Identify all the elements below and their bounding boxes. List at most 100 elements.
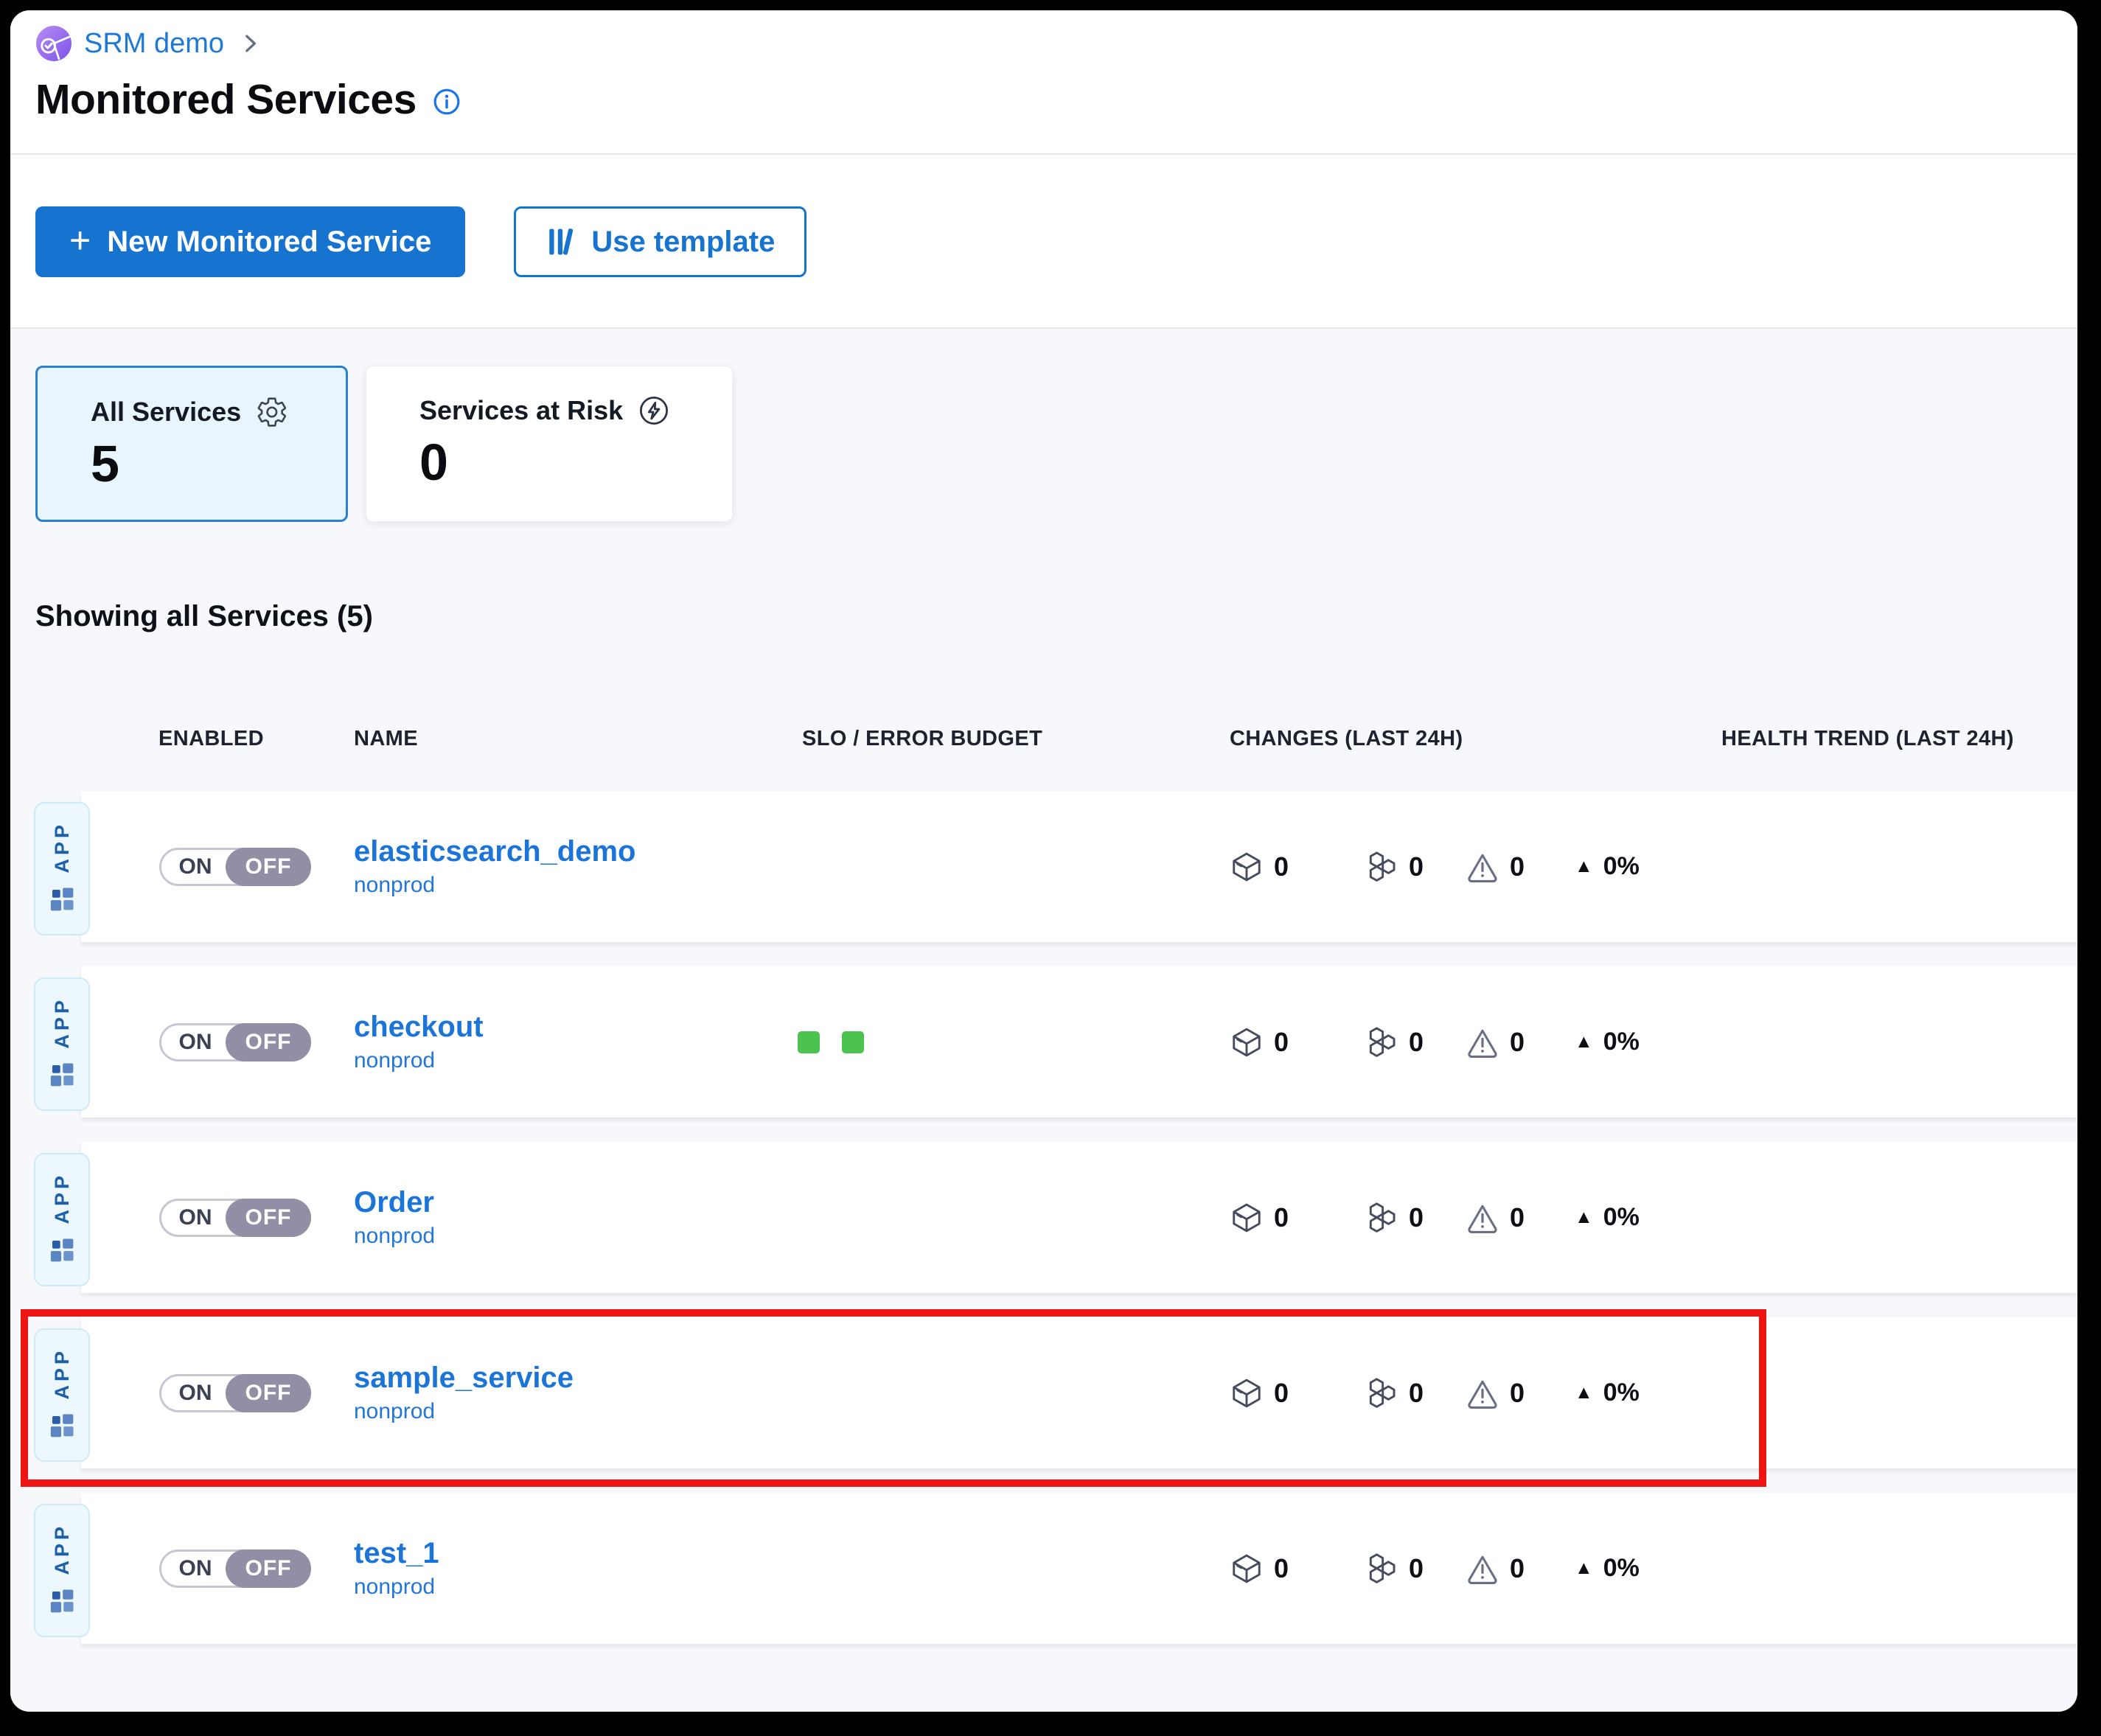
srm-app-avatar: [35, 25, 72, 62]
trend-percent: 0%: [1603, 1378, 1640, 1407]
changes-cell: 0 0 0: [1209, 1552, 1681, 1586]
service-env-link[interactable]: nonprod: [354, 1575, 796, 1600]
col-slo-error-budget: SLO / ERROR BUDGET: [796, 727, 1209, 751]
all-services-count: 5: [91, 434, 325, 493]
service-row-card: ON OFF test_1 nonprod 0: [81, 1493, 2077, 1644]
list-heading: Showing all Services (5): [35, 599, 2052, 634]
service-name-link[interactable]: test_1: [354, 1537, 796, 1570]
app-badge[interactable]: APP: [34, 1328, 90, 1462]
service-row-card: ON OFF sample_service nonprod 0: [81, 1317, 2077, 1468]
hexagon-cluster-icon: [1365, 1376, 1398, 1410]
toggle-off-label: OFF: [226, 1199, 311, 1237]
toggle-off-label: OFF: [226, 848, 311, 886]
service-rows: APP ON OFF elasticsearch_demo nonprod: [34, 791, 2077, 1644]
service-env-link[interactable]: nonprod: [354, 1048, 796, 1073]
toggle-off-label: OFF: [226, 1549, 311, 1588]
breadcrumb-link[interactable]: SRM demo: [84, 28, 224, 60]
warning-triangle-icon: [1466, 1201, 1499, 1235]
service-env-link[interactable]: nonprod: [354, 1399, 796, 1424]
chevron-right-icon: [237, 31, 262, 56]
app-badge[interactable]: APP: [34, 977, 90, 1111]
package-cube-icon: [1230, 1376, 1264, 1410]
trend-up-triangle-icon: ▲: [1575, 1033, 1593, 1051]
all-services-label: All Services: [91, 397, 241, 428]
resources-count: 0: [1409, 1553, 1424, 1584]
app-badge-label: APP: [51, 821, 74, 874]
col-changes: CHANGES (LAST 24H): [1209, 727, 1681, 751]
deployments-count: 0: [1274, 1202, 1289, 1233]
topbar: SRM demo Monitored Services: [10, 10, 2077, 155]
info-icon[interactable]: [433, 88, 461, 116]
new-monitored-service-label: New Monitored Service: [107, 226, 431, 259]
app-badge[interactable]: APP: [34, 1153, 90, 1286]
changes-cell: 0 0 0: [1209, 1201, 1681, 1235]
service-row-card: ON OFF Order nonprod 0: [81, 1142, 2077, 1293]
trend-percent: 0%: [1603, 852, 1640, 881]
app-badge-label: APP: [51, 1348, 74, 1400]
package-cube-icon: [1230, 1025, 1264, 1059]
trend-up-triangle-icon: ▲: [1575, 1384, 1593, 1402]
services-at-risk-card[interactable]: Services at Risk 0: [366, 366, 733, 522]
all-services-card[interactable]: All Services 5: [35, 366, 348, 522]
enabled-toggle[interactable]: ON OFF: [159, 1023, 311, 1062]
trend-percent: 0%: [1603, 1203, 1640, 1232]
services-at-risk-label: Services at Risk: [419, 395, 623, 426]
service-env-link[interactable]: nonprod: [354, 1224, 796, 1249]
table-header: ENABLED NAME SLO / ERROR BUDGET CHANGES …: [34, 727, 2077, 751]
use-template-label: Use template: [591, 226, 775, 259]
trend-up-triangle-icon: ▲: [1575, 1208, 1593, 1227]
warning-triangle-icon: [1466, 1552, 1499, 1586]
service-row: APP ON OFF test_1 nonprod: [34, 1493, 2077, 1644]
apps-grid-icon: [45, 1058, 79, 1092]
service-row: APP ON OFF elasticsearch_demo nonprod: [34, 791, 2077, 942]
app-badge-label: APP: [51, 1523, 74, 1575]
resources-count: 0: [1409, 1202, 1424, 1233]
warning-triangle-icon: [1466, 1376, 1499, 1410]
app-badge[interactable]: APP: [34, 1504, 90, 1637]
apps-grid-icon: [45, 1409, 79, 1443]
package-cube-icon: [1230, 850, 1264, 884]
trend-percent: 0%: [1603, 1028, 1640, 1056]
gear-icon: [256, 396, 288, 428]
package-cube-icon: [1230, 1552, 1264, 1586]
hexagon-cluster-icon: [1365, 1552, 1398, 1586]
resources-count: 0: [1409, 851, 1424, 882]
enabled-toggle[interactable]: ON OFF: [159, 848, 311, 886]
apps-grid-icon: [45, 1584, 79, 1618]
deployments-count: 0: [1274, 1378, 1289, 1409]
service-row: APP ON OFF sample_service nonprod: [34, 1317, 2077, 1468]
col-health-trend: HEALTH TREND (LAST 24H): [1681, 727, 2077, 751]
trend-percent: 0%: [1603, 1554, 1640, 1583]
service-name-link[interactable]: sample_service: [354, 1362, 796, 1395]
changes-cell: 0 0 0: [1209, 1376, 1681, 1410]
services-body: All Services 5 Services at Risk 0: [10, 329, 2077, 1712]
service-env-link[interactable]: nonprod: [354, 873, 796, 898]
slo-status-square: [842, 1031, 864, 1053]
resources-count: 0: [1409, 1378, 1424, 1409]
toggle-off-label: OFF: [226, 1023, 311, 1062]
enabled-toggle[interactable]: ON OFF: [159, 1199, 311, 1237]
app-badge-label: APP: [51, 997, 74, 1049]
trend-up-triangle-icon: ▲: [1575, 1559, 1593, 1578]
col-spacer: [34, 727, 88, 751]
new-monitored-service-button[interactable]: + New Monitored Service: [35, 206, 465, 277]
app-badge[interactable]: APP: [34, 802, 90, 935]
service-row: APP ON OFF checkout nonprod: [34, 966, 2077, 1118]
col-name: NAME: [354, 727, 796, 751]
service-row-card: ON OFF elasticsearch_demo nonprod 0: [81, 791, 2077, 942]
alerts-count: 0: [1510, 1378, 1525, 1409]
hexagon-cluster-icon: [1365, 1025, 1398, 1059]
use-template-button[interactable]: Use template: [514, 206, 806, 277]
slo-cell: [796, 1031, 1209, 1053]
service-name-link[interactable]: elasticsearch_demo: [354, 835, 796, 868]
apps-grid-icon: [45, 1233, 79, 1267]
service-name-link[interactable]: Order: [354, 1186, 796, 1219]
toggle-on-label: ON: [161, 1030, 229, 1055]
actions-bar: + New Monitored Service Use template: [10, 155, 2077, 329]
warning-triangle-icon: [1466, 1025, 1499, 1059]
enabled-toggle[interactable]: ON OFF: [159, 1374, 311, 1412]
toggle-on-label: ON: [161, 1556, 229, 1581]
enabled-toggle[interactable]: ON OFF: [159, 1549, 311, 1588]
service-name-link[interactable]: checkout: [354, 1011, 796, 1044]
toggle-off-label: OFF: [226, 1374, 311, 1412]
